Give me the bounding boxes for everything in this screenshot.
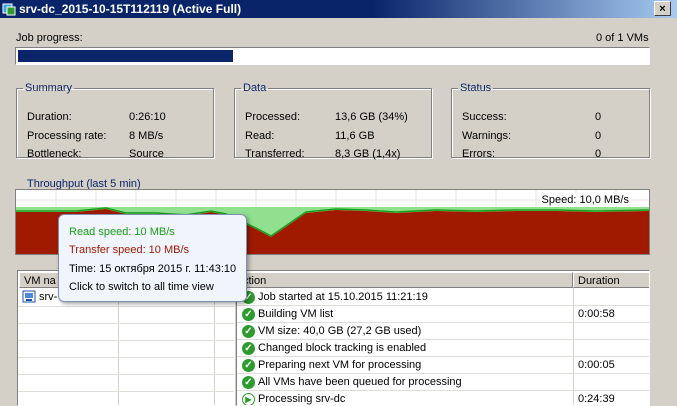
action-column-header[interactable]: ction xyxy=(238,272,573,288)
data-label: Processed: xyxy=(245,111,301,123)
log-action: All VMs have been queued for processing xyxy=(258,376,462,388)
summary-label: Bottleneck: xyxy=(27,148,82,160)
close-button[interactable]: × xyxy=(654,1,671,16)
data-value: 8,3 GB (1,4x) xyxy=(335,148,401,160)
log-action: Changed block tracking is enabled xyxy=(258,342,427,354)
summary-label: Processing rate: xyxy=(27,130,107,142)
status-label: Warnings: xyxy=(462,130,512,142)
success-icon: ✓ xyxy=(242,325,255,338)
summary-title: Summary xyxy=(25,82,73,94)
data-label: Read: xyxy=(245,130,275,142)
success-icon: ✓ xyxy=(242,308,255,321)
tooltip-transfer-speed: Transfer speed: 10 MB/s xyxy=(69,244,190,256)
data-title: Data xyxy=(243,82,267,94)
status-label: Errors: xyxy=(462,148,495,160)
log-action: Preparing next VM for processing xyxy=(258,359,422,371)
status-group: Status Success: 0 Warnings: 0 Errors: 0 xyxy=(451,82,650,160)
data-group: Data Processed: 13,6 GB (34%) Read: 11,6… xyxy=(234,82,432,160)
data-value: 11,6 GB xyxy=(335,130,375,142)
backup-job-icon xyxy=(2,2,16,21)
status-value: 0 xyxy=(595,111,602,123)
log-duration: 0:00:58 xyxy=(578,308,615,320)
action-log[interactable]: ction Duration ✓ Job started at 15.10.20… xyxy=(236,270,650,406)
job-progress-label: Job progress: xyxy=(16,32,83,44)
status-value: 0 xyxy=(595,130,602,142)
success-icon: ✓ xyxy=(242,376,255,389)
job-progress-fill xyxy=(18,50,233,62)
vm-icon xyxy=(22,290,36,307)
data-value: 13,6 GB (34%) xyxy=(335,111,408,123)
tooltip-read-speed: Read speed: 10 MB/s xyxy=(69,226,175,238)
title-bar[interactable]: srv-dc_2015-10-15T112119 (Active Full) × xyxy=(0,0,677,18)
data-label: Transferred: xyxy=(245,148,305,160)
log-action: VM size: 40,0 GB (27,2 GB used) xyxy=(258,325,422,337)
throughput-tooltip[interactable]: Read speed: 10 MB/s Transfer speed: 10 M… xyxy=(58,214,247,302)
log-action: Job started at 15.10.2015 11:21:19 xyxy=(258,291,428,303)
success-icon: ✓ xyxy=(242,359,255,372)
job-progress-bar xyxy=(15,47,650,65)
vm-list-item[interactable]: srv- xyxy=(39,291,57,303)
status-value: 0 xyxy=(595,148,602,160)
success-icon: ✓ xyxy=(242,342,255,355)
log-action: Building VM list xyxy=(258,308,334,320)
log-duration: 0:24:39 xyxy=(578,393,615,405)
tooltip-time: Time: 15 октября 2015 г. 11:43:10 xyxy=(69,263,237,275)
speed-label: Speed: 10,0 MB/s xyxy=(539,194,631,206)
job-progress-status: 0 of 1 VMs xyxy=(596,32,649,44)
log-duration: 0:00:05 xyxy=(578,359,615,371)
status-label: Success: xyxy=(462,111,507,123)
duration-column-header[interactable]: Duration xyxy=(573,272,649,288)
window-title: srv-dc_2015-10-15T112119 (Active Full) xyxy=(19,2,242,16)
summary-group: Summary Duration: 0:26:10 Processing rat… xyxy=(16,82,214,160)
running-icon: ▶ xyxy=(242,393,255,405)
status-title: Status xyxy=(460,82,492,94)
tooltip-hint: Click to switch to all time view xyxy=(69,281,214,293)
summary-label: Duration: xyxy=(27,111,72,123)
summary-value: 8 MB/s xyxy=(129,130,164,142)
summary-value: Source xyxy=(129,148,164,160)
log-action: Processing srv-dc xyxy=(258,393,346,405)
summary-value: 0:26:10 xyxy=(129,111,166,123)
